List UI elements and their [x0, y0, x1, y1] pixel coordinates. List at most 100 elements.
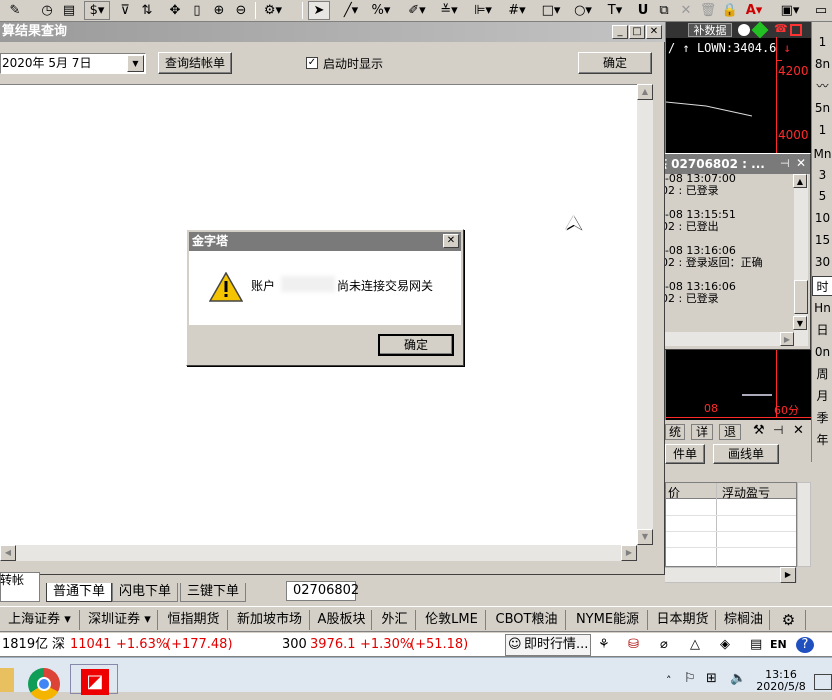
realtime-quotes-button[interactable]: ☺ 即时行情...	[505, 634, 591, 656]
period-item[interactable]: 5	[812, 186, 832, 206]
startup-checkbox[interactable]: ✓	[306, 57, 318, 69]
pin-icon[interactable]: ⊣	[773, 423, 783, 437]
notification-icon[interactable]	[814, 674, 832, 690]
period-item[interactable]: 年	[812, 430, 832, 450]
period-item[interactable]: 0n	[812, 342, 832, 362]
orders-grid[interactable]: 价 浮动盈亏	[665, 482, 797, 568]
ime-indicator[interactable]: EN	[770, 637, 787, 653]
align-icon[interactable]: ⊫▾	[472, 1, 494, 20]
grid-icon[interactable]: #▾	[506, 1, 528, 20]
period-item[interactable]: Mn	[812, 144, 832, 164]
period-item[interactable]: Hn	[812, 298, 832, 318]
zoom-out-icon[interactable]: ⊖	[232, 1, 250, 20]
clock[interactable]: 13:16 2020/5/8	[756, 669, 806, 693]
market-tab[interactable]: 日本期货	[650, 610, 716, 630]
app-taskbar-button[interactable]: ◪	[70, 664, 118, 695]
arrow-box-icon[interactable]: ⇅	[138, 1, 156, 20]
box-icon[interactable]	[790, 24, 802, 36]
notepad-icon[interactable]: ▤	[60, 1, 78, 20]
folder-icon[interactable]	[0, 668, 14, 692]
align-icon[interactable]: ≚▾	[438, 1, 460, 20]
market-tab[interactable]: CBOT粮油	[488, 610, 566, 630]
maximize-icon[interactable]: □	[629, 25, 645, 39]
tab-three-key-order[interactable]: 三键下单	[180, 583, 247, 602]
circle-icon[interactable]: ○▾	[572, 1, 594, 20]
bell-icon[interactable]: ☎	[774, 22, 788, 36]
status-scrollbar[interactable]: ▲ ▼	[793, 174, 808, 332]
transfer-tab-label[interactable]: 转帐	[0, 571, 24, 588]
line-tool-icon[interactable]: ╱▾	[340, 1, 362, 20]
period-item[interactable]: 日	[812, 320, 832, 340]
account-tab[interactable]: 02706802	[286, 581, 359, 601]
dollar-icon[interactable]: $▾	[84, 1, 110, 20]
triangle-icon[interactable]: △	[690, 637, 700, 653]
bracket-icon[interactable]: ▯	[190, 1, 204, 20]
close-icon[interactable]: ✕	[646, 25, 662, 39]
period-item[interactable]: 月	[812, 386, 832, 406]
period-item[interactable]: 3	[812, 165, 832, 185]
condition-order-button[interactable]: 件单	[665, 444, 705, 464]
python-icon[interactable]: ⚘	[598, 637, 610, 653]
close-icon[interactable]: ✕	[796, 156, 806, 170]
filter-icon[interactable]: ⊽	[116, 1, 134, 20]
lock-icon[interactable]: 🔒	[722, 1, 738, 20]
minimize-icon[interactable]: _	[612, 25, 628, 39]
scroll-up-icon[interactable]: ▲	[637, 84, 653, 100]
market-tab[interactable]: 深圳证券 ▾	[82, 610, 158, 630]
period-item[interactable]: 周	[812, 364, 832, 384]
chevron-down-icon[interactable]: ▼	[127, 55, 144, 72]
gear-icon[interactable]	[738, 24, 750, 36]
clock-icon[interactable]: ◷	[38, 1, 56, 20]
period-item[interactable]: 5n	[812, 98, 832, 118]
period-item[interactable]: 15	[812, 230, 832, 250]
scroll-left-icon[interactable]: ◀	[0, 545, 16, 561]
scroll-down-icon[interactable]: ▼	[637, 529, 653, 545]
tab-flash-order[interactable]: 闪电下单	[112, 583, 179, 602]
cursor-icon[interactable]: ➤	[308, 1, 330, 20]
rect-icon[interactable]: □▾	[540, 1, 562, 20]
ok-button[interactable]: 确定	[378, 334, 454, 356]
tab-normal-order[interactable]: 普通下单	[46, 583, 113, 602]
flag-icon[interactable]: ⚐	[684, 671, 696, 686]
grid-scrollbar[interactable]	[797, 482, 811, 567]
period-item[interactable]: 1	[812, 32, 832, 52]
query-settlement-button[interactable]: 查询结帐单	[158, 52, 232, 74]
market-tab[interactable]: 外汇	[374, 610, 416, 630]
close-icon[interactable]: ✕	[443, 234, 459, 248]
period-item[interactable]: 10	[812, 208, 832, 228]
close-icon[interactable]: ✕	[678, 1, 694, 20]
gear-icon[interactable]: ⚙▾	[260, 1, 286, 20]
tab-stats[interactable]: 统	[665, 424, 685, 440]
zoom-in-icon[interactable]: ⊕	[210, 1, 228, 20]
market-tab[interactable]: 恒指期货	[160, 610, 228, 630]
market-tab[interactable]: NYME能源	[568, 610, 648, 630]
save-icon[interactable]: ▣▾	[778, 1, 802, 20]
tag-icon[interactable]: ◈	[720, 637, 730, 653]
draw-icon[interactable]: ✐▾	[406, 1, 428, 20]
text-icon[interactable]: T▾	[604, 1, 626, 20]
notepad-icon[interactable]: ▤	[750, 637, 762, 653]
database-icon[interactable]: ⛁	[628, 637, 639, 653]
pin-icon[interactable]: ⊣	[780, 157, 790, 170]
scroll-thumb[interactable]	[794, 280, 808, 314]
period-item[interactable]: 季	[812, 408, 832, 428]
close-icon[interactable]: ✕	[793, 423, 804, 438]
tools-icon[interactable]: ⚒	[753, 423, 765, 438]
market-tab[interactable]: A股板块	[312, 610, 372, 630]
chart-icon[interactable]: 〰	[812, 76, 832, 96]
monitor-icon[interactable]: ▭	[812, 1, 830, 20]
pencil-icon[interactable]: ✎	[6, 1, 24, 20]
chrome-icon[interactable]	[28, 668, 60, 700]
color-icon[interactable]: A▾	[744, 1, 764, 20]
network-icon[interactable]: ⊞	[706, 671, 717, 686]
volume-icon[interactable]: 🔈	[730, 671, 746, 686]
period-item[interactable]: 8n	[812, 54, 832, 74]
scroll-right-icon[interactable]: ▶	[780, 567, 796, 583]
percent-icon[interactable]: %▾	[370, 1, 392, 20]
magnet-icon[interactable]: U	[636, 1, 650, 20]
trash-icon[interactable]: 🗑	[700, 1, 717, 20]
market-tab[interactable]: 棕榈油	[718, 610, 770, 630]
period-item[interactable]: 30	[812, 252, 832, 272]
move-icon[interactable]: ✥	[166, 1, 184, 20]
line-order-button[interactable]: 画线单	[713, 444, 779, 464]
